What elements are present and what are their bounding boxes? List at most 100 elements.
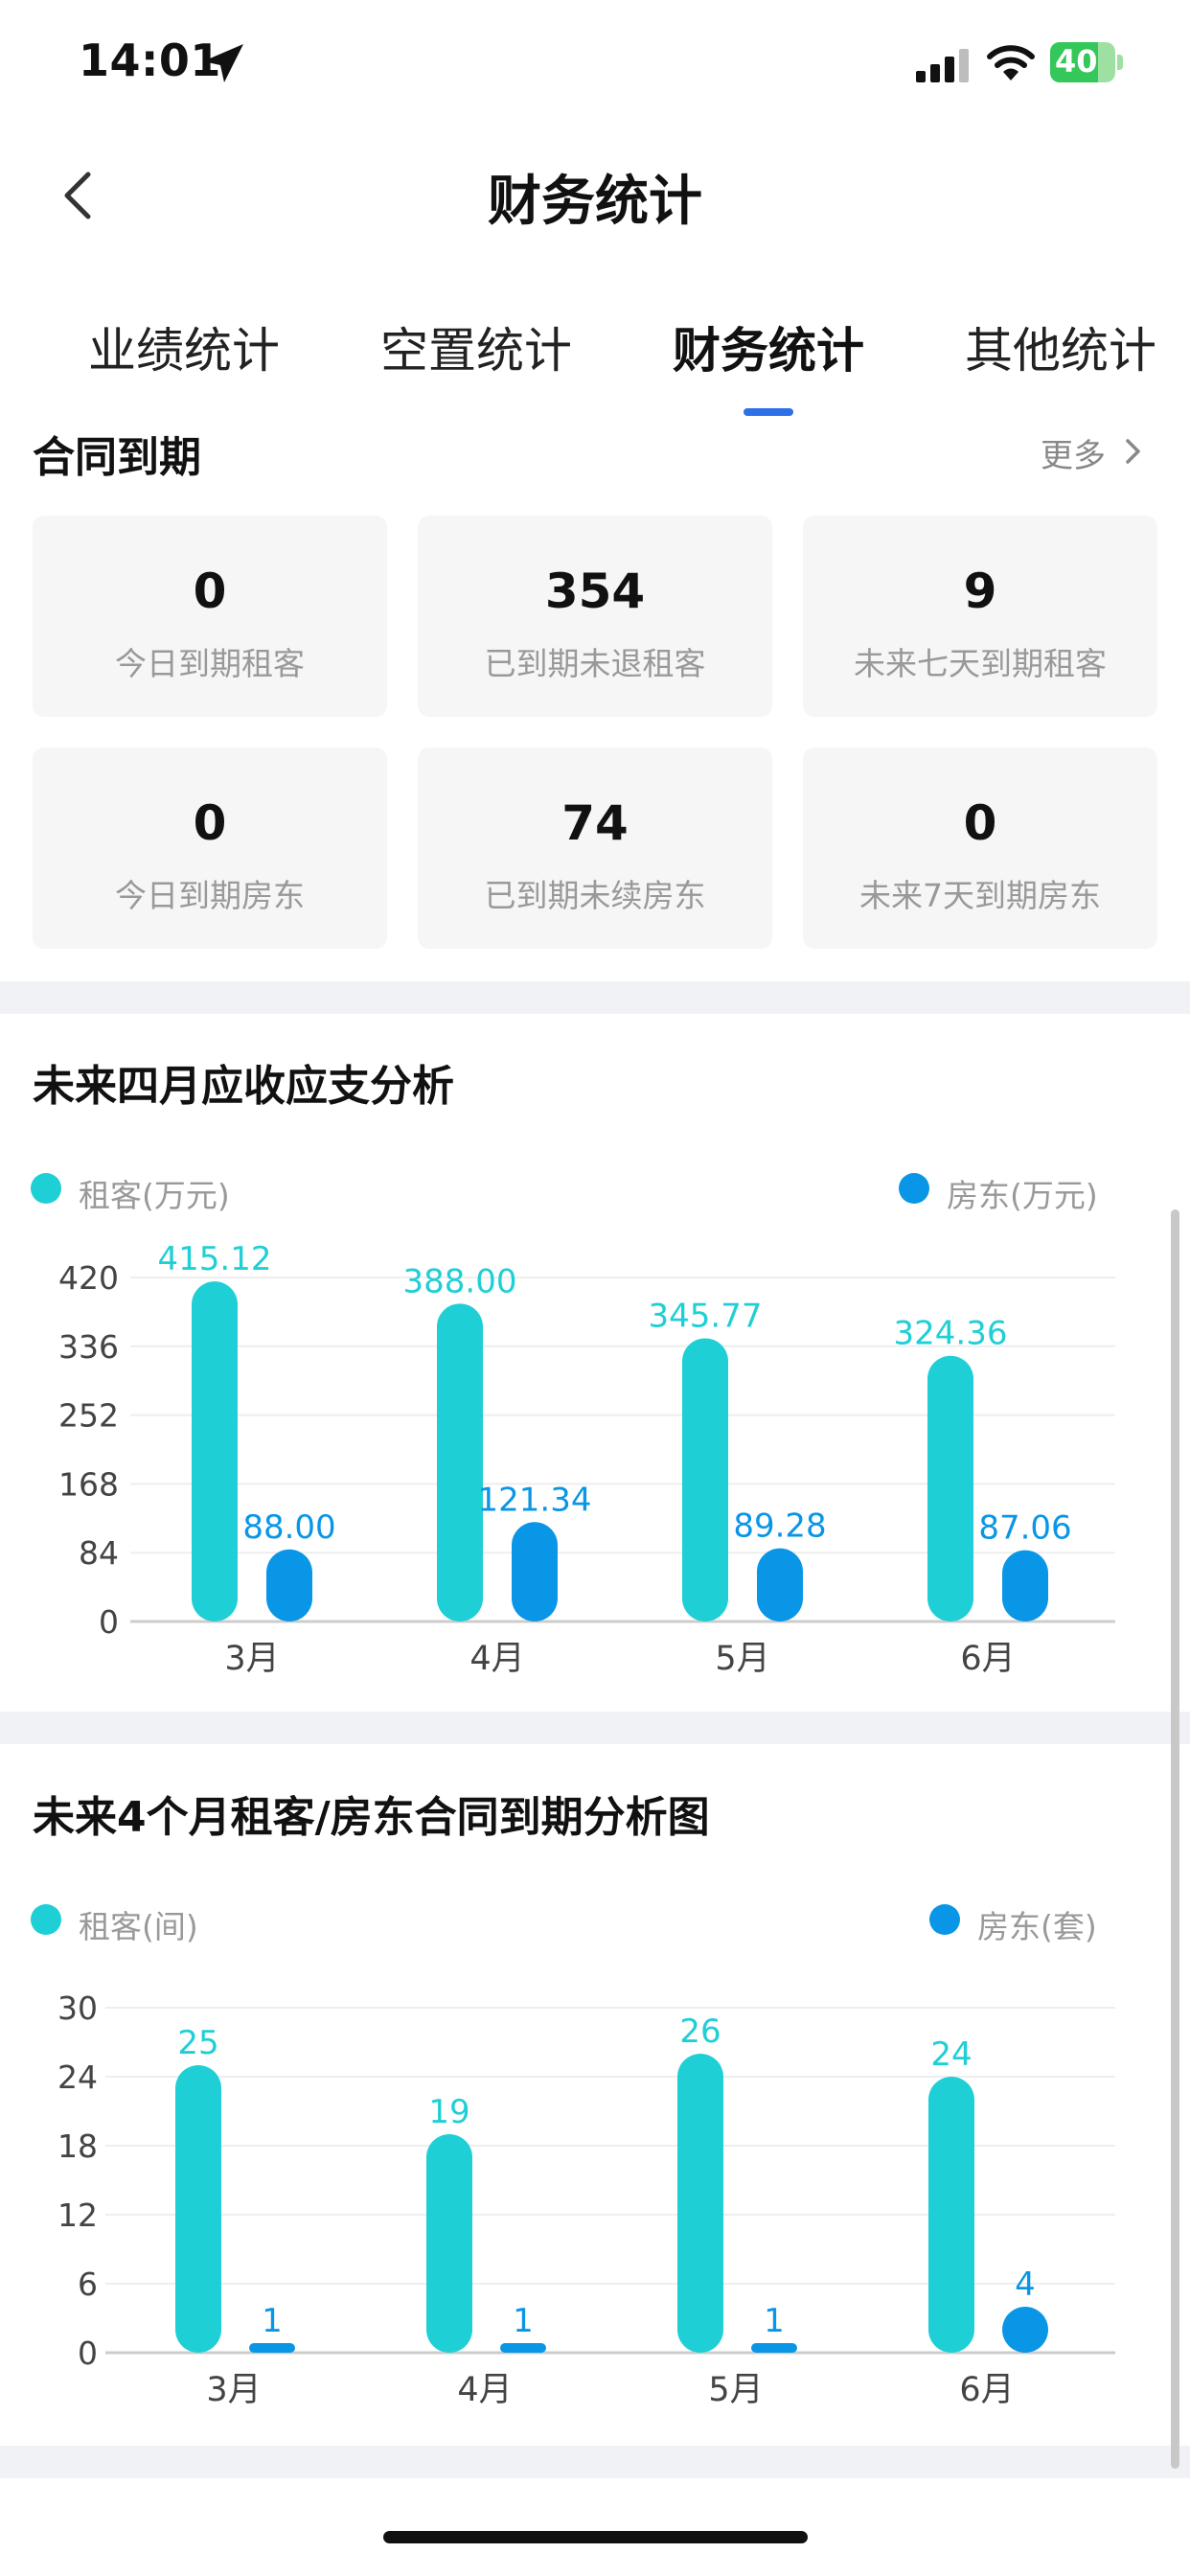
stat-label: 今日到期租客: [115, 645, 305, 682]
legend-landlord-dot: [929, 1904, 960, 1935]
wifi-icon: [987, 45, 1035, 80]
finance-bar-chart: 0 84 168 252 336 420 415.12 88.00 3月 388.00 121.34…: [58, 1240, 1115, 1678]
y-tick-label: 0: [78, 2334, 98, 2372]
x-tick-label: 4月: [469, 1640, 524, 1678]
tab-other-stats[interactable]: 其他统计: [965, 312, 1156, 381]
bar-tenant: [677, 2054, 723, 2353]
data-label: 388.00: [403, 1262, 517, 1300]
data-label: 89.28: [733, 1507, 826, 1546]
home-indicator[interactable]: [383, 2531, 808, 2543]
more-link[interactable]: 更多: [1041, 429, 1140, 475]
section-divider: [0, 2446, 1190, 2478]
y-tick-label: 168: [58, 1465, 119, 1503]
x-tick-label: 3月: [224, 1640, 279, 1678]
section-divider: [0, 1712, 1190, 1744]
tab-finance-stats[interactable]: 财务统计: [673, 312, 864, 381]
cellular-signal-icon: [916, 49, 969, 82]
stat-value: 0: [193, 795, 227, 851]
stat-value: 74: [561, 795, 629, 851]
stat-value: 9: [963, 564, 997, 619]
data-label: 324.36: [894, 1315, 1008, 1353]
y-tick-label: 252: [58, 1397, 119, 1435]
bar-tenant: [682, 1338, 728, 1622]
tab-vacancy-stats[interactable]: 空置统计: [380, 312, 572, 381]
bar-landlord: [266, 1549, 312, 1622]
bar-landlord: [249, 2343, 295, 2353]
data-label: 24: [930, 2036, 972, 2074]
data-label: 345.77: [649, 1297, 763, 1335]
y-tick-label: 336: [58, 1328, 119, 1366]
data-label: 26: [679, 2012, 721, 2051]
data-label: 121.34: [478, 1481, 592, 1519]
data-label: 4: [1015, 2266, 1036, 2304]
y-tick-label: 30: [57, 1990, 98, 2027]
bar-tenant: [437, 1303, 483, 1622]
bar-landlord: [1002, 2307, 1048, 2353]
chevron-right-icon: [1126, 439, 1140, 464]
stat-label: 未来7天到期房东: [859, 877, 1101, 914]
stat-label: 今日到期房东: [115, 877, 305, 914]
x-tick-label: 6月: [960, 1640, 1015, 1678]
stat-value: 0: [963, 795, 997, 851]
stat-card-next-seven-days-tenants[interactable]: 9 未来七天到期租客: [803, 516, 1157, 717]
x-tick-label: 3月: [206, 2371, 261, 2409]
stat-label: 已到期未退租客: [484, 645, 706, 682]
y-tick-label: 24: [57, 2058, 98, 2096]
legend-landlord-dot: [899, 1173, 929, 1204]
bar-tenant: [928, 2077, 974, 2353]
legend-tenant-dot: [31, 1904, 61, 1935]
legend-tenant-dot: [31, 1173, 61, 1204]
active-tab-indicator: [744, 408, 793, 416]
y-tick-label: 420: [58, 1259, 119, 1297]
location-arrow-icon: [203, 44, 243, 82]
battery-level: 40: [1055, 43, 1098, 80]
stat-card-expired-not-moved-out-tenants[interactable]: 354 已到期未退租客: [418, 516, 772, 717]
more-link-label: 更多: [1041, 437, 1106, 475]
data-label: 25: [177, 2024, 218, 2062]
legend-landlord-label: 房东(套): [977, 1908, 1097, 1945]
stat-label: 已到期未续房东: [484, 877, 706, 914]
data-label: 1: [513, 2302, 534, 2340]
bar-tenant: [426, 2134, 472, 2353]
section-divider: [0, 981, 1190, 1014]
tab-performance-stats[interactable]: 业绩统计: [88, 312, 280, 381]
legend-tenant-label: 租客(间): [79, 1908, 198, 1945]
bar-landlord: [1002, 1550, 1048, 1622]
page-title: 财务统计: [488, 171, 702, 233]
x-tick-label: 6月: [959, 2371, 1014, 2409]
legend-tenant-label: 租客(万元): [79, 1177, 230, 1214]
bar-landlord: [500, 2343, 546, 2353]
stat-card-today-expiring-tenants[interactable]: 0 今日到期租客: [33, 516, 387, 717]
data-label: 88.00: [242, 1508, 335, 1547]
bar-landlord: [757, 1548, 803, 1622]
bar-landlord: [512, 1522, 558, 1622]
y-tick-label: 0: [99, 1603, 119, 1641]
stat-card-next-seven-days-landlords[interactable]: 0 未来7天到期房东: [803, 748, 1157, 949]
data-label: 1: [764, 2302, 785, 2340]
stat-card-expired-not-renewed-landlords[interactable]: 74 已到期未续房东: [418, 748, 772, 949]
expiry-bar-chart: 06121824302513月1914月2615月2446月: [57, 1990, 1115, 2409]
y-tick-label: 12: [57, 2196, 98, 2234]
stat-value: 354: [544, 564, 646, 619]
stat-card-today-expiring-landlords[interactable]: 0 今日到期房东: [33, 748, 387, 949]
expiry-chart-title: 未来4个月租客/房东合同到期分析图: [33, 1793, 710, 1842]
x-tick-label: 5月: [708, 2371, 763, 2409]
stat-label: 未来七天到期租客: [854, 645, 1107, 682]
bar-tenant: [927, 1355, 973, 1622]
data-label: 87.06: [978, 1509, 1071, 1548]
bar-tenant: [192, 1281, 238, 1622]
legend-landlord-label: 房东(万元): [947, 1177, 1098, 1214]
data-label: 415.12: [158, 1240, 272, 1278]
y-tick-label: 18: [57, 2128, 98, 2165]
bar-tenant: [175, 2065, 221, 2353]
stat-value: 0: [193, 564, 227, 619]
data-label: 19: [428, 2093, 469, 2131]
bar-landlord: [751, 2343, 797, 2353]
data-label: 1: [262, 2302, 283, 2340]
y-tick-label: 84: [79, 1534, 119, 1572]
scrollbar[interactable]: [1171, 1209, 1179, 2469]
y-tick-label: 6: [78, 2266, 98, 2303]
battery-icon: 40: [1050, 42, 1123, 82]
x-tick-label: 4月: [457, 2371, 512, 2409]
x-tick-label: 5月: [715, 1640, 769, 1678]
